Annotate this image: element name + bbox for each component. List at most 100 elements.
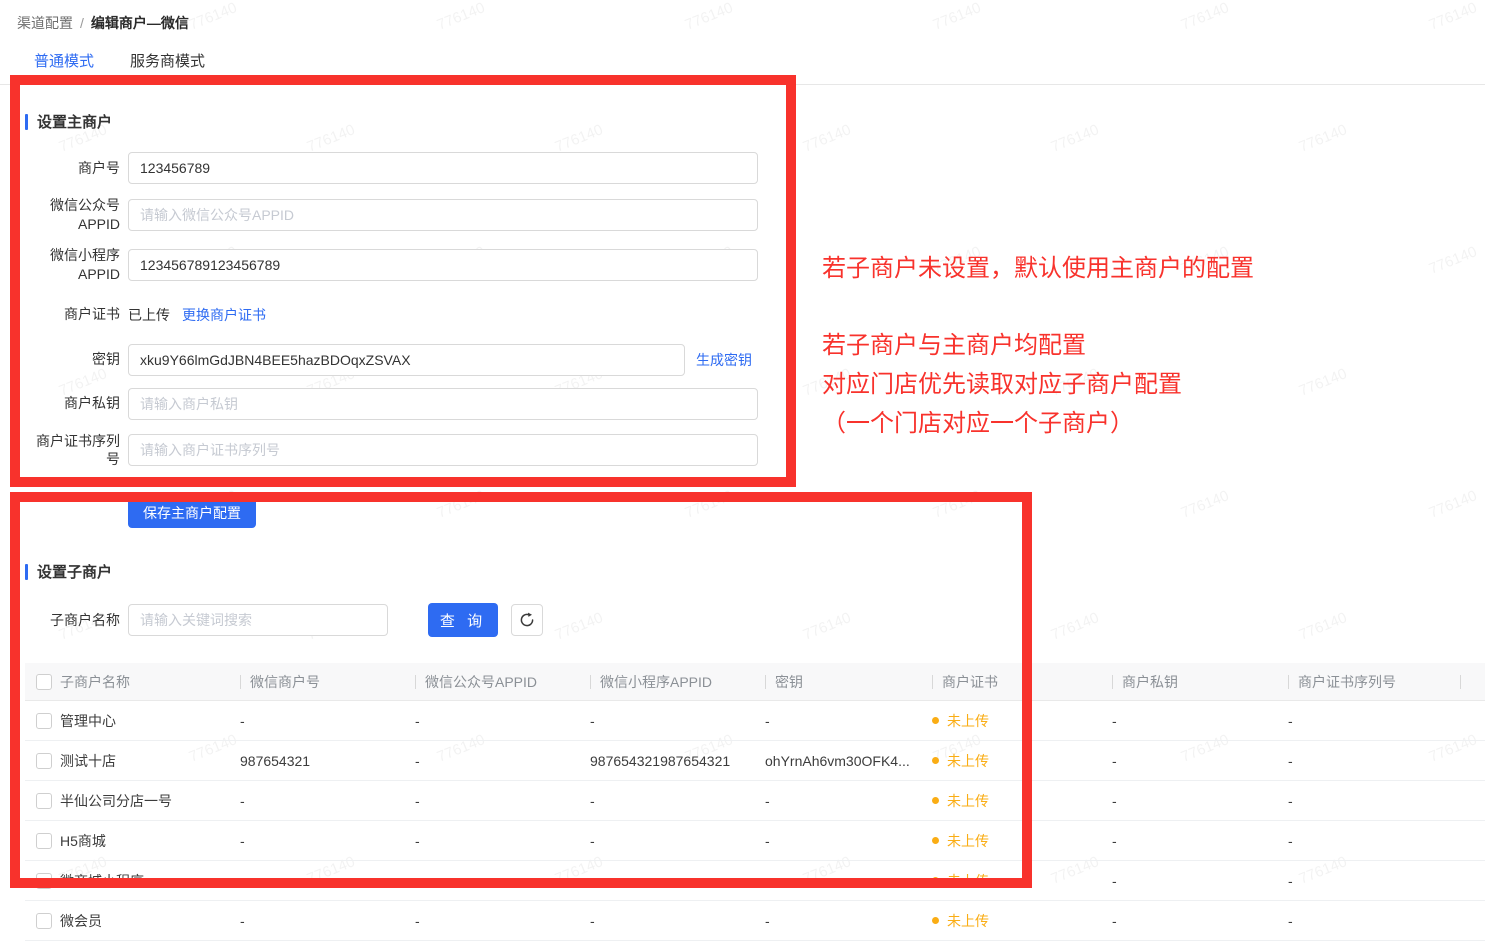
cert-status-value: 未上传 (947, 792, 989, 809)
form-row-merchant-id: 商户号 (25, 152, 1485, 184)
row-checkbox[interactable] (36, 752, 52, 769)
row-cell-mini-appid: - (590, 712, 595, 729)
secret-label: 密钥 (92, 351, 120, 368)
cert-status-dot-icon (932, 837, 939, 845)
mode-tabbar: 普通模式 服务商模式 (0, 40, 1485, 85)
header-cell-secret: 密钥 (765, 672, 932, 692)
mp-appid-input[interactable] (128, 198, 758, 231)
select-all-checkbox[interactable] (36, 673, 52, 690)
row-cell-private-key: - (1112, 712, 1117, 729)
row-checkbox[interactable] (36, 912, 52, 929)
secret-input[interactable] (128, 343, 685, 376)
save-main-merchant-button[interactable]: 保存主商户配置 (128, 497, 256, 529)
change-cert-link[interactable]: 更换商户证书 (182, 305, 266, 325)
row-cell-mp-appid: - (415, 832, 420, 849)
header-cell-checkbox (25, 673, 60, 690)
row-cell-private-key: - (1112, 792, 1117, 809)
cert-status-dot-icon (932, 757, 939, 765)
row-cell-cert-serial: - (1288, 712, 1293, 729)
header-cell-cert: 商户证书 (932, 672, 1112, 692)
table-header-row: 子商户名称 微信商户号 微信公众号APPID 微信小程序APPID 密钥 商户证… (25, 663, 1485, 702)
row-cell-cert: 未上传 (932, 751, 1112, 771)
row-cell-mp-appid: - (415, 912, 420, 929)
cert-status-value: 未上传 (947, 752, 989, 769)
breadcrumb-current: 编辑商户—微信 (90, 15, 189, 31)
breadcrumb: 渠道配置 / 编辑商户—微信 (0, 0, 1485, 33)
row-cell-private-key: - (1112, 832, 1117, 849)
row-cell-wechat-mch-id: 987654321 (240, 752, 311, 769)
sub-merchant-search-input[interactable] (128, 604, 388, 637)
row-cell-mini-appid: - (590, 912, 595, 929)
row-checkbox[interactable] (36, 712, 52, 729)
section-title-accent-bar (25, 563, 28, 580)
tab-provider-mode[interactable]: 服务商模式 (112, 40, 223, 84)
generate-secret-link[interactable]: 生成密钥 (696, 350, 752, 370)
sub-merchant-table: 子商户名称 微信商户号 微信公众号APPID 微信小程序APPID 密钥 商户证… (25, 663, 1485, 941)
merchant-id-label: 商户号 (78, 159, 120, 176)
breadcrumb-separator: / (80, 15, 84, 31)
sub-section-title-text: 设置子商户 (37, 564, 113, 582)
row-cell-checkbox (25, 752, 60, 769)
mini-appid-label: 微信小程序APPID (50, 246, 120, 282)
row-cell-wechat-mch-id: - (240, 832, 245, 849)
form-row-secret: 密钥 生成密钥 (25, 343, 1485, 376)
row-cell-secret: - (765, 832, 770, 849)
form-row-cert: 商户证书 已上传 更换商户证书 (25, 305, 1485, 325)
query-button[interactable]: 查 询 (428, 603, 498, 638)
private-key-input[interactable] (128, 387, 758, 420)
table-row: 微商城小程序 - - - - 未上传 - - (25, 861, 1485, 902)
row-checkbox[interactable] (36, 792, 52, 809)
row-cell-wechat-mch-id: - (240, 912, 245, 929)
main-merchant-form: 商户号 微信公众号APPID 微信小程序APPID 商户证书 已上传 更换商户证… (25, 152, 1485, 529)
refresh-button[interactable] (511, 604, 543, 637)
sub-section-title: 设置子商户 (25, 561, 1485, 582)
row-cell-mini-appid: 987654321987654321 (590, 752, 731, 769)
sub-merchant-search-row: 子商户名称 查 询 (25, 603, 1485, 638)
main-section-title: 设置主商户 (25, 85, 1485, 132)
private-key-label: 商户私钥 (64, 395, 120, 412)
row-cell-mp-appid: - (415, 872, 420, 889)
row-cell-wechat-mch-id: - (240, 712, 245, 729)
breadcrumb-parent[interactable]: 渠道配置 (17, 15, 73, 31)
table-row: H5商城 - - - - 未上传 - - (25, 821, 1485, 862)
row-cell-cert-serial: - (1288, 752, 1293, 769)
row-cell-checkbox (25, 912, 60, 929)
row-cell-cert: 未上传 (932, 831, 1112, 851)
row-cell-cert: 未上传 (932, 791, 1112, 811)
cert-status-dot-icon (932, 877, 939, 885)
row-cell-mini-appid: - (590, 832, 595, 849)
row-cell-wechat-mch-id: - (240, 792, 245, 809)
table-row: 测试十店 987654321 - 987654321987654321 ohYr… (25, 741, 1485, 782)
row-cell-name: 微商城小程序 (60, 872, 144, 889)
sub-merchant-name-label: 子商户名称 (50, 612, 120, 629)
row-cell-private-key: - (1112, 872, 1117, 889)
row-cell-name: 半仙公司分店一号 (60, 792, 172, 809)
row-cell-mini-appid: - (590, 792, 595, 809)
row-cell-cert-serial: - (1288, 872, 1293, 889)
table-row: 半仙公司分店一号 - - - - 未上传 - - (25, 781, 1485, 822)
cert-serial-input[interactable] (128, 434, 758, 467)
header-cell-mp-appid: 微信公众号APPID (415, 672, 590, 692)
row-cell-name: 微会员 (60, 912, 102, 929)
row-cell-name: 测试十店 (60, 752, 116, 769)
cert-status-dot-icon (932, 917, 939, 925)
main-merchant-section: 设置主商户 商户号 微信公众号APPID 微信小程序APPID 商户证书 已上传… (0, 85, 1485, 529)
tab-normal-mode[interactable]: 普通模式 (16, 40, 113, 84)
row-cell-secret: - (765, 912, 770, 929)
table-body: 管理中心 - - - - 未上传 - - 测试十店 987654321 - 98… (25, 701, 1485, 941)
row-cell-private-key: - (1112, 752, 1117, 769)
row-cell-secret: ohYrnAh6vm30OFK4... (765, 752, 910, 769)
row-checkbox[interactable] (36, 832, 52, 849)
row-checkbox[interactable] (36, 872, 52, 889)
merchant-id-input[interactable] (128, 152, 758, 184)
mini-appid-input[interactable] (128, 248, 758, 281)
form-row-mini-appid: 微信小程序APPID (25, 246, 1485, 284)
form-row-private-key: 商户私钥 (25, 387, 1485, 420)
row-cell-checkbox (25, 832, 60, 849)
form-row-mp-appid: 微信公众号APPID (25, 196, 1485, 234)
row-cell-cert-serial: - (1288, 792, 1293, 809)
header-cell-tail (1460, 675, 1485, 689)
row-cell-secret: - (765, 872, 770, 889)
row-cell-wechat-mch-id: - (240, 872, 245, 889)
row-cell-checkbox (25, 792, 60, 809)
